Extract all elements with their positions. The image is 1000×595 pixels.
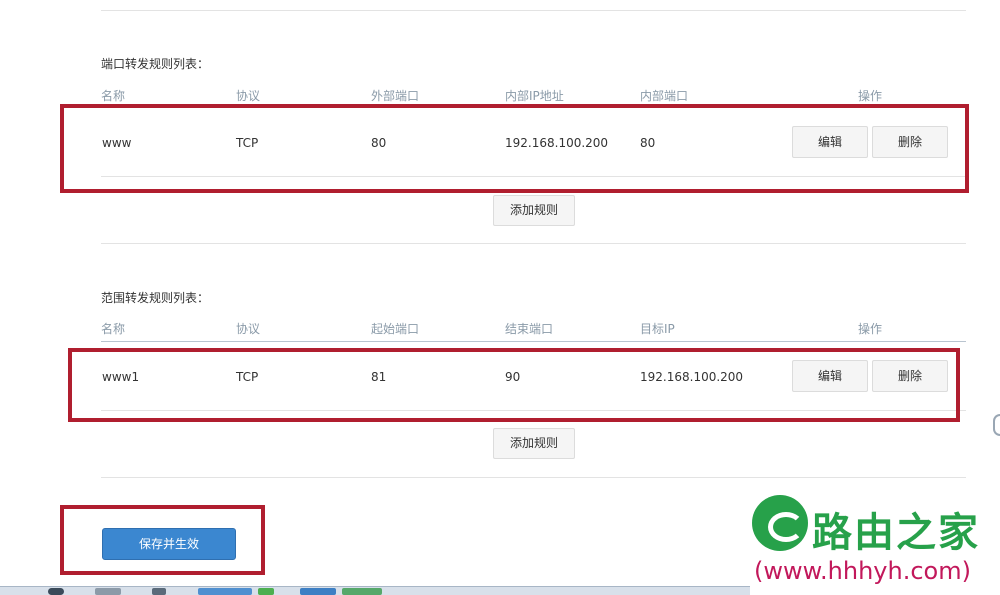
rf-add-rule-button[interactable]: 添加规则 <box>493 428 575 459</box>
highlight-box-port-rule <box>60 104 969 193</box>
top-divider <box>101 10 966 11</box>
range-forwarding-title: 范围转发规则列表： <box>101 291 210 305</box>
rf-header-protocol: 协议 <box>236 322 261 336</box>
pf-header-internal-port: 内部端口 <box>640 89 689 103</box>
rf-header-divider <box>101 341 966 342</box>
rf-header-target-ip: 目标IP <box>640 322 675 336</box>
watermark-e-glyph-icon <box>768 512 804 542</box>
watermark-logo-icon <box>752 495 808 551</box>
pf-header-protocol: 协议 <box>236 89 261 103</box>
rf-header-actions: 操作 <box>858 322 883 336</box>
pf-header-actions: 操作 <box>858 89 883 103</box>
highlight-box-save <box>60 505 265 575</box>
section-divider <box>101 243 966 244</box>
rf-header-start-port: 起始端口 <box>371 322 420 336</box>
pf-add-rule-button[interactable]: 添加规则 <box>493 195 575 226</box>
rf-header-end-port: 结束端口 <box>505 322 554 336</box>
pf-header-name: 名称 <box>101 89 126 103</box>
section-divider <box>101 477 966 478</box>
pf-header-external-port: 外部端口 <box>371 89 420 103</box>
scroll-handle-icon <box>993 414 1000 436</box>
watermark-brand: 路由之家 <box>812 510 980 556</box>
port-forwarding-title: 端口转发规则列表： <box>101 57 210 71</box>
watermark-url: (www.hhhyh.com) <box>754 557 971 585</box>
pf-header-internal-ip: 内部IP地址 <box>505 89 564 103</box>
highlight-box-range-rule <box>68 348 960 422</box>
rf-header-name: 名称 <box>101 322 126 336</box>
